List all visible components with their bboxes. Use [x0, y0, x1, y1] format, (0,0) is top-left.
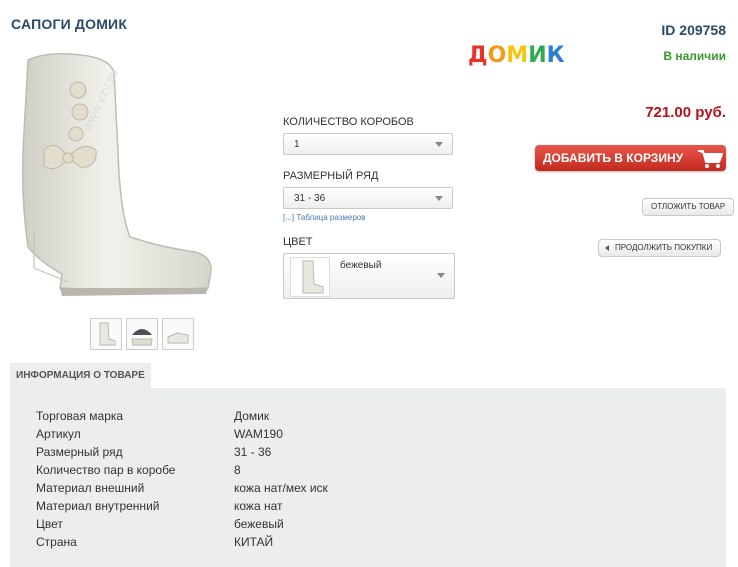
thumbnail-strip [90, 318, 194, 350]
price: 721.00 руб. [645, 104, 726, 121]
info-row: Цвет бежевый [36, 517, 284, 531]
color-swatch-image [290, 257, 330, 297]
info-row: Материал внутренний кожа нат [36, 499, 283, 513]
info-value: Домик [234, 409, 270, 423]
info-row: Материал внешний кожа нат/мех иск [36, 481, 328, 495]
brand-letter: И [528, 43, 547, 68]
info-value: WAM190 [234, 427, 283, 441]
info-row: Артикул WAM190 [36, 427, 283, 441]
brand-letter: М [506, 43, 529, 68]
info-value: 31 - 36 [234, 445, 272, 459]
thumbnail-1[interactable] [90, 318, 122, 350]
postpone-label: ОТЛОЖИТЬ ТОВАР [651, 202, 726, 211]
thumbnail-2[interactable] [126, 318, 158, 350]
chevron-down-icon [435, 196, 443, 201]
info-value: КИТАЙ [234, 535, 274, 549]
size-select-value: 31 - 36 [294, 193, 326, 204]
info-row: Количество пар в коробе 8 [36, 463, 241, 477]
thumbnail-3[interactable] [162, 318, 194, 350]
info-key: Торговая марка [36, 409, 124, 423]
boxes-label: КОЛИЧЕСТВО КОРОБОВ [283, 116, 414, 128]
info-key: Материал внешний [36, 481, 145, 495]
info-row: Торговая марка Домик [36, 409, 269, 423]
page-title: САПОГИ ДОМИК [11, 16, 128, 32]
boxes-select-value: 1 [294, 139, 300, 150]
color-select-value: бежевый [340, 260, 382, 271]
info-key: Страна [36, 535, 77, 549]
info-key: Артикул [36, 427, 81, 441]
color-select[interactable]: бежевый [283, 253, 455, 299]
brand-letter: Д [468, 43, 488, 68]
add-to-cart-label: ДОБАВИТЬ В КОРЗИНУ [543, 151, 684, 165]
info-key: Цвет [36, 517, 63, 531]
tab-product-info[interactable]: ИНФОРМАЦИЯ О ТОВАРЕ [10, 363, 151, 388]
info-value: кожа нат [234, 499, 283, 513]
postpone-button[interactable]: ОТЛОЖИТЬ ТОВАР [642, 198, 735, 216]
brand-logo[interactable]: ДОМИК [468, 43, 565, 68]
cart-icon [698, 150, 723, 168]
size-label: РАЗМЕРНЫЙ РЯД [283, 170, 379, 182]
chevron-down-icon [435, 142, 443, 147]
product-id: ID 209758 [661, 22, 726, 38]
chevron-left-icon [605, 244, 609, 251]
boxes-select[interactable]: 1 [283, 133, 453, 155]
info-row: Страна КИТАЙ [36, 535, 273, 549]
continue-shopping-button[interactable]: ПРОДОЛЖИТЬ ПОКУПКИ [598, 239, 722, 257]
size-table-link[interactable]: [...] Таблица размеров [283, 213, 366, 222]
size-select[interactable]: 31 - 36 [283, 187, 453, 209]
product-main-image[interactable]: www.vzv.su [10, 42, 225, 304]
info-row: Размерный ряд 31 - 36 [36, 445, 271, 459]
continue-shopping-label: ПРОДОЛЖИТЬ ПОКУПКИ [615, 243, 713, 252]
color-label: ЦВЕТ [283, 236, 313, 248]
add-to-cart-button[interactable]: ДОБАВИТЬ В КОРЗИНУ [535, 145, 726, 171]
info-key: Размерный ряд [36, 445, 123, 459]
stock-status: В наличии [663, 49, 726, 63]
info-value: 8 [234, 463, 241, 477]
info-key: Количество пар в коробе [36, 463, 176, 477]
chevron-down-icon [437, 273, 445, 278]
brand-letter: О [487, 43, 507, 68]
info-value: кожа нат/мех иск [234, 481, 328, 495]
info-value: бежевый [234, 517, 284, 531]
info-key: Материал внутренний [36, 499, 160, 513]
brand-letter: К [546, 43, 565, 68]
